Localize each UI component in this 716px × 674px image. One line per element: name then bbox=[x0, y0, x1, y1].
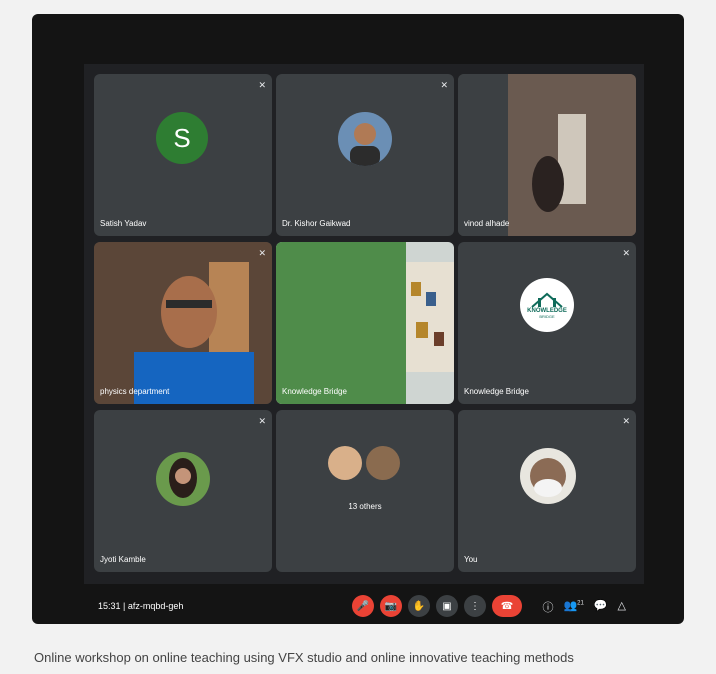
meeting-time: 15:31 bbox=[98, 601, 121, 611]
meet-screen: ✕ S Satish Yadav ✕ Dr. Kishor Gaikwad ✕ … bbox=[84, 64, 644, 617]
activities-icon[interactable]: △ bbox=[618, 599, 626, 615]
tile-vinod-alhade[interactable]: ✕ vinod alhade bbox=[458, 74, 636, 236]
participant-name: Satish Yadav bbox=[100, 219, 147, 228]
more-options-button[interactable]: ⋮ bbox=[464, 595, 486, 617]
people-icon[interactable]: 👥21 bbox=[563, 599, 583, 615]
avatar bbox=[520, 448, 576, 504]
participant-name: Knowledge Bridge bbox=[464, 387, 529, 396]
participant-name: Dr. Kishor Gaikwad bbox=[282, 219, 351, 228]
mic-off-icon: ✕ bbox=[622, 416, 630, 426]
caption: Online workshop on online teaching using… bbox=[34, 650, 574, 665]
tile-satish-yadav[interactable]: ✕ S Satish Yadav bbox=[94, 74, 272, 236]
tile-kishor-gaikwad[interactable]: ✕ Dr. Kishor Gaikwad bbox=[276, 74, 454, 236]
tile-physics-department[interactable]: ✕ physics department bbox=[94, 242, 272, 404]
mic-off-icon: ✕ bbox=[622, 248, 630, 258]
video-feed bbox=[458, 74, 636, 236]
tile-knowledge-bridge[interactable]: ✕ KNOWLEDGE BRIDGE Knowledge Bridge bbox=[458, 242, 636, 404]
bridge-icon bbox=[531, 292, 563, 308]
meeting-info: 15:31 | afz-mqbd-geh bbox=[98, 601, 184, 611]
mic-off-icon: ✕ bbox=[258, 248, 266, 258]
avatar bbox=[328, 446, 362, 480]
participant-name: You bbox=[464, 555, 478, 564]
others-count: 13 others bbox=[348, 502, 382, 511]
tile-knowledge-bridge-video[interactable]: Knowledge Bridge bbox=[276, 242, 454, 404]
side-panel-buttons: ⓘ 👥21 💬 △ bbox=[542, 599, 626, 615]
video-feed bbox=[94, 242, 272, 404]
avatar bbox=[338, 112, 392, 166]
tile-others[interactable]: 13 others bbox=[276, 410, 454, 572]
present-button[interactable]: ▣ bbox=[436, 595, 458, 617]
tile-jyoti-kamble[interactable]: ✕ Jyoti Kamble bbox=[94, 410, 272, 572]
participant-name: Knowledge Bridge bbox=[282, 387, 347, 396]
camera-toggle-button[interactable]: 📷 bbox=[380, 595, 402, 617]
mic-off-icon: ✕ bbox=[258, 416, 266, 426]
participant-name: physics department bbox=[100, 387, 170, 396]
chat-icon[interactable]: 💬 bbox=[594, 599, 608, 615]
avatar bbox=[366, 446, 400, 480]
participant-name: Jyoti Kamble bbox=[100, 555, 146, 564]
participant-name: vinod alhade bbox=[464, 219, 510, 228]
participants-count: 21 bbox=[577, 600, 584, 607]
avatar: S bbox=[156, 112, 208, 164]
avatar bbox=[156, 452, 210, 506]
video-feed bbox=[276, 242, 454, 404]
meeting-toolbar: 15:31 | afz-mqbd-geh 🎤 📷 ✋ ▣ ⋮ ☎ ⓘ 👥21 💬… bbox=[84, 589, 644, 627]
logo-subtext: BRIDGE bbox=[539, 313, 555, 319]
mic-toggle-button[interactable]: 🎤 bbox=[352, 595, 374, 617]
raise-hand-button[interactable]: ✋ bbox=[408, 595, 430, 617]
meeting-code: afz-mqbd-geh bbox=[127, 601, 184, 611]
mic-off-icon: ✕ bbox=[440, 80, 448, 90]
logo: KNOWLEDGE BRIDGE bbox=[520, 278, 574, 332]
mic-off-icon: ✕ bbox=[258, 80, 266, 90]
end-call-button[interactable]: ☎ bbox=[492, 595, 522, 617]
monitor-frame: ✕ S Satish Yadav ✕ Dr. Kishor Gaikwad ✕ … bbox=[32, 14, 684, 624]
call-controls: 🎤 📷 ✋ ▣ ⋮ ☎ bbox=[352, 595, 522, 617]
tile-you[interactable]: ✕ You bbox=[458, 410, 636, 572]
info-icon[interactable]: ⓘ bbox=[542, 599, 553, 615]
